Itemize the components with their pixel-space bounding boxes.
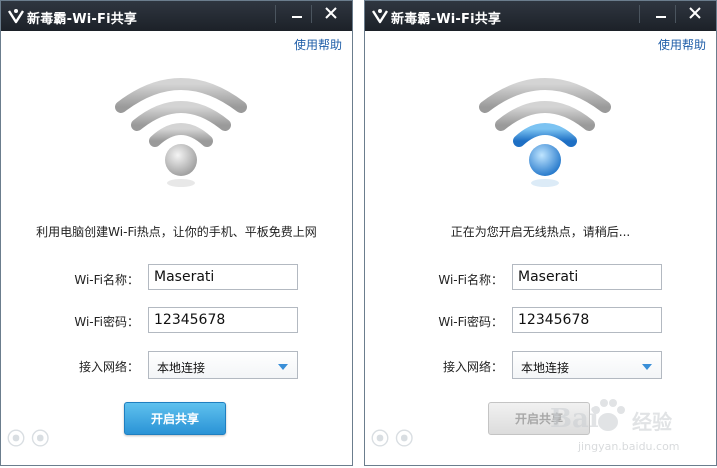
titlebar-divider — [311, 5, 312, 23]
wifi-signal-icon — [115, 78, 247, 187]
chevron-down-icon — [278, 364, 288, 370]
wifi-share-window-idle: 新毒霸-Wi-Fi共享 使用帮助 利用电脑创建Wi-Fi热点，让你的手机、平板免… — [0, 0, 353, 466]
wifi-password-label: Wi-Fi密码： — [74, 315, 139, 329]
window-title: 新毒霸-Wi-Fi共享 — [27, 12, 138, 27]
network-label: 接入网络： — [442, 360, 503, 374]
titlebar-divider — [275, 5, 276, 23]
watermark-url: jingyan.baidu.com — [578, 440, 680, 453]
network-select-value: 本地连接 — [521, 361, 570, 375]
help-link[interactable]: 使用帮助 — [294, 36, 342, 53]
status-description: 利用电脑创建Wi-Fi热点，让你的手机、平板免费上网 — [36, 225, 317, 239]
title-bar[interactable]: 新毒霸-Wi-Fi共享 — [1, 1, 352, 31]
duba-logo-icon — [371, 9, 389, 24]
help-link[interactable]: 使用帮助 — [658, 36, 706, 53]
watermark-logo: ⦿ ⦿ — [7, 429, 50, 450]
watermark-brand-suffix: 经验 — [632, 410, 672, 434]
minimize-icon — [656, 16, 666, 18]
watermark-logo: ⦿ ⦿ — [371, 429, 414, 450]
wifi-name-label: Wi-Fi名称： — [438, 273, 503, 287]
wifi-password-input[interactable]: 12345678 — [148, 307, 298, 333]
title-bar[interactable]: 新毒霸-Wi-Fi共享 — [365, 1, 716, 31]
paw-icon — [592, 399, 625, 431]
chevron-down-icon — [642, 364, 652, 370]
close-icon — [689, 7, 701, 19]
close-button[interactable] — [680, 1, 710, 25]
network-select[interactable]: 本地连接 — [148, 351, 298, 379]
start-share-button[interactable]: 开启共享 — [124, 402, 226, 435]
baidu-jingyan-watermark: Bai 经验 jingyan.baidu.com — [550, 396, 715, 464]
wifi-name-input[interactable]: Maserati — [512, 264, 662, 290]
close-icon — [325, 7, 337, 19]
wifi-password-input[interactable]: 12345678 — [512, 307, 662, 333]
close-button[interactable] — [316, 1, 346, 25]
titlebar-divider — [639, 5, 640, 23]
wifi-signal-icon — [479, 78, 611, 187]
network-label: 接入网络： — [78, 360, 139, 374]
window-title: 新毒霸-Wi-Fi共享 — [391, 12, 502, 27]
minimize-button[interactable] — [646, 1, 676, 25]
minimize-button[interactable] — [282, 1, 312, 25]
duba-logo-icon — [7, 9, 25, 24]
minimize-icon — [292, 16, 302, 18]
network-select[interactable]: 本地连接 — [512, 351, 662, 379]
titlebar-divider — [675, 5, 676, 23]
network-select-value: 本地连接 — [157, 361, 206, 375]
wifi-password-label: Wi-Fi密码： — [438, 315, 503, 329]
wifi-name-input[interactable]: Maserati — [148, 264, 298, 290]
wifi-name-label: Wi-Fi名称： — [74, 273, 139, 287]
status-description: 正在为您开启无线热点，请稍后... — [450, 225, 631, 239]
